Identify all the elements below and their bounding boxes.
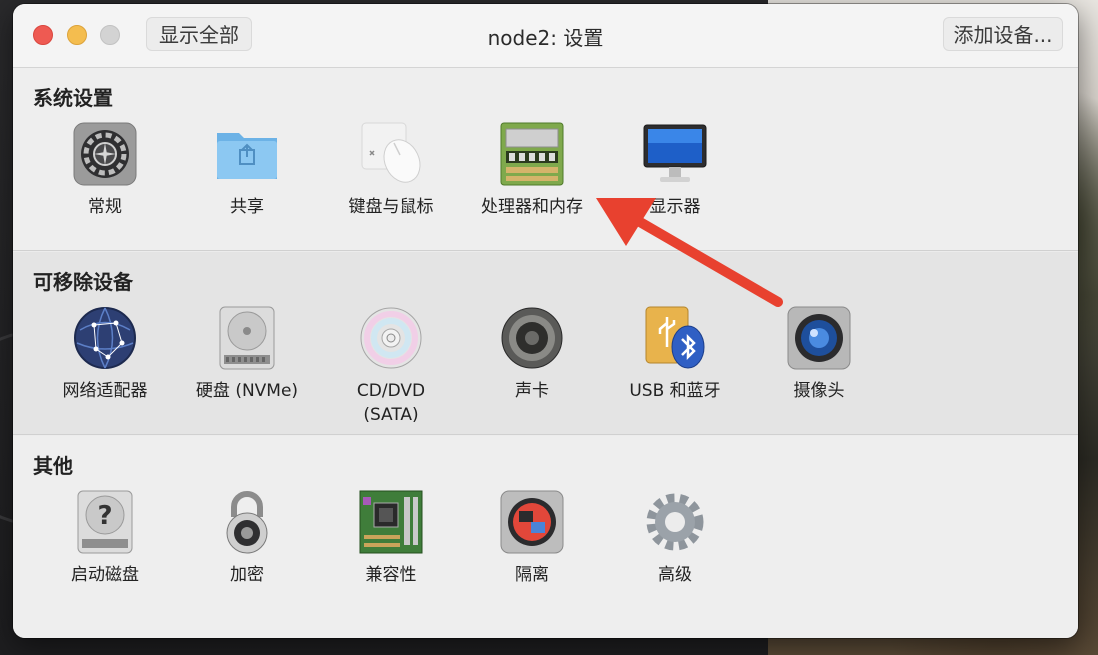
startup-disk-icon: ? [72, 489, 138, 555]
window-title: node2: 设置 [487, 26, 604, 50]
gear-panel-icon [72, 121, 138, 187]
item-label: 隔离 [515, 565, 549, 585]
item-sound-card[interactable]: 声卡 [461, 305, 603, 403]
item-label: 处理器和内存 [481, 197, 583, 217]
hard-disk-icon [214, 305, 280, 371]
item-label: 键盘与鼠标 [348, 197, 434, 217]
item-sharing[interactable]: 共享 [176, 121, 318, 219]
item-compatibility[interactable]: 兼容性 [320, 489, 462, 587]
item-label: 网络适配器 [62, 381, 148, 401]
item-label: USB 和蓝牙 [629, 381, 721, 401]
item-label: 加密 [230, 565, 264, 585]
advanced-gear-icon [642, 489, 708, 555]
item-general[interactable]: 常规 [34, 121, 176, 219]
section-title: 可移除设备 [33, 270, 133, 294]
keyboard-mouse-icon [358, 121, 424, 187]
item-label: CD/DVD (SATA) [356, 381, 426, 425]
item-startup-disk[interactable]: ? 启动磁盘 [34, 489, 176, 587]
camera-icon [786, 305, 852, 371]
speaker-icon [499, 305, 565, 371]
item-label: 常规 [88, 197, 122, 217]
item-label: 硬盘 (NVMe) [195, 381, 299, 401]
cd-dvd-icon [358, 305, 424, 371]
section-title: 系统设置 [33, 86, 113, 110]
item-label: 摄像头 [793, 381, 845, 401]
title-bar: 显示全部 node2: 设置 添加设备... [13, 4, 1078, 68]
item-label: 显示器 [649, 197, 701, 217]
monitor-icon [642, 121, 708, 187]
item-advanced[interactable]: 高级 [604, 489, 746, 587]
item-camera[interactable]: 摄像头 [748, 305, 890, 403]
item-network-adapter[interactable]: 网络适配器 [34, 305, 176, 403]
memory-chip-icon [499, 121, 565, 187]
item-cd-dvd[interactable]: CD/DVD (SATA) [320, 305, 462, 427]
add-device-button[interactable]: 添加设备... [943, 17, 1063, 51]
svg-text:?: ? [97, 501, 112, 531]
item-encryption[interactable]: 加密 [176, 489, 318, 587]
item-label: 共享 [230, 197, 264, 217]
motherboard-icon [358, 489, 424, 555]
shared-folder-icon [214, 121, 280, 187]
item-isolation[interactable]: 隔离 [461, 489, 603, 587]
item-label: 声卡 [515, 381, 549, 401]
section-title: 其他 [33, 454, 73, 478]
usb-bluetooth-icon [642, 305, 708, 371]
item-label: 高级 [658, 565, 692, 585]
section-removable-devices: 可移除设备 网络适配器 硬盘 (NVMe) CD/DVD (SATA) 声卡 U… [13, 252, 1078, 435]
isolation-icon [499, 489, 565, 555]
network-globe-icon [72, 305, 138, 371]
item-hard-disk[interactable]: 硬盘 (NVMe) [176, 305, 318, 403]
section-system-settings: 系统设置 常规 共享 键盘与鼠标 处理器和内存 显示器 [13, 68, 1078, 251]
settings-window: 显示全部 node2: 设置 添加设备... 系统设置 常规 共享 键盘与鼠标 … [13, 4, 1078, 638]
item-cpu-memory[interactable]: 处理器和内存 [461, 121, 603, 219]
padlock-icon [214, 489, 280, 555]
item-display[interactable]: 显示器 [604, 121, 746, 219]
item-label: 兼容性 [365, 565, 417, 585]
item-usb-bluetooth[interactable]: USB 和蓝牙 [604, 305, 746, 403]
item-keyboard-mouse[interactable]: 键盘与鼠标 [320, 121, 462, 219]
section-other: 其他 ? 启动磁盘 加密 兼容性 隔离 高级 [13, 436, 1078, 638]
item-label: 启动磁盘 [71, 565, 139, 585]
